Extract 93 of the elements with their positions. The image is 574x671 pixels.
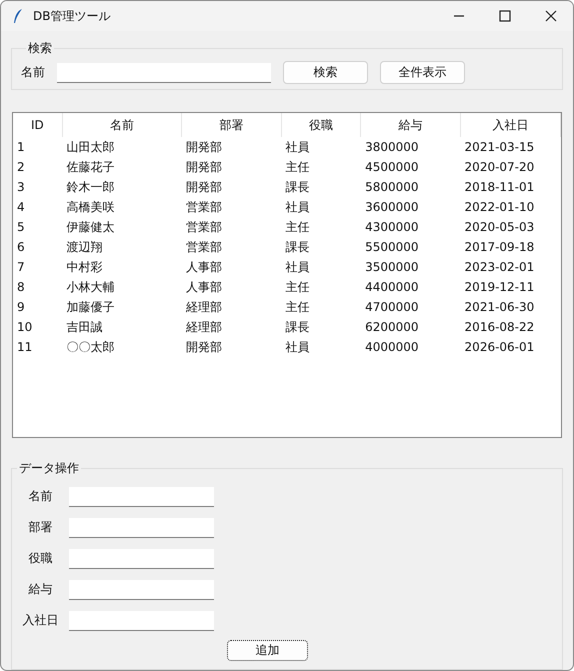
input-field[interactable] — [69, 486, 214, 506]
field-label: 部署 — [28, 519, 54, 536]
table-cell-text: 主任 — [284, 159, 311, 176]
table-cell-text: 4700000 — [364, 299, 420, 316]
table-cell-text: 10 — [16, 319, 34, 336]
table-cell-text: 開発部 — [185, 139, 224, 156]
table-cell-text: 伊藤健太 — [66, 219, 116, 236]
table-cell-text: 小林大輔 — [66, 279, 116, 296]
table-cell-text: 主任 — [284, 299, 311, 316]
table-cell-text: 4300000 — [364, 219, 420, 236]
field-label: 給与 — [28, 581, 54, 598]
table-cell-text: 社員 — [284, 199, 311, 216]
table-cell-text: 渡辺翔 — [66, 239, 104, 256]
table-cell-text: 2023-02-01 — [464, 259, 536, 276]
table-cell-text: 5 — [16, 219, 26, 236]
table-cell-text: 営業部 — [185, 219, 224, 236]
table-cell-text: 営業部 — [185, 239, 224, 256]
table-cell-text: 2021-03-15 — [464, 139, 536, 156]
table-cell-text: 4000000 — [364, 339, 420, 356]
name-search-field[interactable] — [57, 62, 271, 82]
column-header[interactable]: ID — [13, 113, 63, 137]
table-cell-text: 課長 — [284, 239, 311, 256]
table-cell-text: 7 — [16, 259, 26, 276]
table-cell-text: 2022-01-10 — [464, 199, 536, 216]
table-cell-text: 山田太郎 — [66, 139, 116, 156]
table-cell-text: 8 — [16, 279, 26, 296]
table-cell-text: 経理部 — [185, 299, 224, 316]
feather-icon — [12, 8, 24, 24]
table-cell-text: 社員 — [284, 259, 311, 276]
table-cell-text: 2021-06-30 — [464, 299, 536, 316]
table-cell-text: 主任 — [284, 279, 311, 296]
table-cell-text: 課長 — [284, 319, 311, 336]
table-cell-text: 2020-07-20 — [464, 159, 536, 176]
table-cell-text: 社員 — [284, 339, 311, 356]
table-cell-text: 4500000 — [364, 159, 420, 176]
input-field[interactable] — [69, 548, 214, 568]
column-header[interactable]: 入社日 — [460, 113, 561, 137]
table-cell-text: 2026-06-01 — [464, 339, 536, 356]
table-cell-text: 開発部 — [185, 159, 224, 176]
close-icon[interactable] — [545, 10, 557, 22]
table-cell-text: 人事部 — [185, 259, 224, 276]
table-cell-text: 営業部 — [185, 199, 224, 216]
input-field[interactable] — [69, 518, 214, 538]
table-cell-text: 3 — [16, 179, 26, 196]
table-cell-text: 加藤優子 — [66, 299, 116, 316]
table-cell-text: 開発部 — [185, 179, 224, 196]
table-cell-text: 2017-09-18 — [464, 239, 536, 256]
group-label: 検索 — [27, 40, 53, 57]
table-cell-text: 2 — [16, 159, 26, 176]
table-cell-text: 6200000 — [364, 319, 420, 336]
table-cell-text: 吉田誠 — [66, 319, 104, 336]
column-header[interactable]: 名前 — [62, 113, 182, 137]
search-button[interactable]: 全件表示 — [380, 61, 465, 84]
field-label: 役職 — [28, 550, 54, 567]
maximize-icon[interactable] — [499, 10, 511, 22]
table-cell-text: 4400000 — [364, 279, 420, 296]
table-cell-text: 人事部 — [185, 279, 224, 296]
table-cell-text: 課長 — [284, 179, 311, 196]
table-cell-text: 鈴木一郎 — [66, 179, 116, 196]
table-cell-text: 佐藤花子 — [66, 159, 116, 176]
table-cell-text: 3600000 — [364, 199, 420, 216]
table-cell-text: 中村彩 — [66, 259, 104, 276]
table-cell-text: 社員 — [284, 139, 311, 156]
field-label: 名前 — [21, 64, 46, 81]
table-cell-text: 2018-11-01 — [464, 179, 536, 196]
column-header[interactable]: 部署 — [182, 113, 282, 137]
table-cell-text: 5500000 — [364, 239, 420, 256]
table-cell-text: 2020-05-03 — [464, 219, 536, 236]
table-cell-text: 3500000 — [364, 259, 420, 276]
table-cell-text: 〇〇太郎 — [66, 339, 116, 356]
table-cell-text: 3800000 — [364, 139, 420, 156]
table-cell-text: 高橋美咲 — [66, 199, 116, 216]
table-cell-text: 2016-08-22 — [464, 319, 536, 336]
field-label: 入社日 — [22, 612, 60, 629]
table-cell-text: 主任 — [284, 219, 311, 236]
table-cell-text: 開発部 — [185, 339, 224, 356]
table-cell-text: 1 — [16, 139, 26, 156]
add-button[interactable]: 追加 — [227, 640, 308, 661]
table-cell-text: 2019-12-11 — [464, 279, 536, 296]
column-header[interactable]: 役職 — [282, 113, 362, 137]
table-cell-text: 経理部 — [185, 319, 224, 336]
input-field[interactable] — [69, 580, 214, 600]
table-cell-text: 4 — [16, 199, 26, 216]
group-label: データ操作 — [18, 460, 80, 477]
table-cell-text: 6 — [16, 239, 26, 256]
column-header[interactable]: 給与 — [361, 113, 461, 137]
field-label: 名前 — [28, 488, 54, 505]
table-cell-text: 9 — [16, 299, 26, 316]
input-field[interactable] — [69, 610, 214, 630]
window-title: DB管理ツール — [33, 8, 110, 24]
table-cell-text: 11 — [16, 339, 34, 356]
search-button[interactable]: 検索 — [283, 61, 368, 84]
table-cell-text: 5800000 — [364, 179, 420, 196]
